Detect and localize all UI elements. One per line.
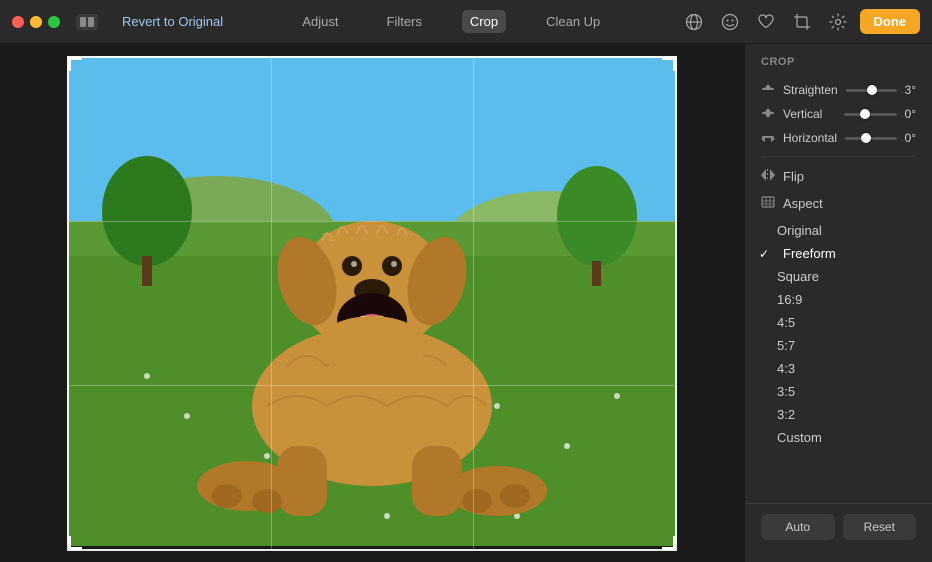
aspect-square-label: Square: [777, 269, 819, 284]
aspect-custom-label: Custom: [777, 430, 822, 445]
aspect-3-5-label: 3:5: [777, 384, 795, 399]
aspect-item-freeform[interactable]: ✓ Freeform: [745, 242, 932, 265]
emoji-icon-btn[interactable]: [716, 8, 744, 36]
aspect-list: Original ✓ Freeform Square 16:9 4:5 5:7 …: [745, 219, 932, 449]
vertical-row[interactable]: Vertical 0°: [745, 102, 932, 126]
photo-image: [67, 56, 677, 546]
freeform-checkmark: ✓: [759, 247, 773, 261]
panel-footer: Auto Reset: [745, 503, 932, 550]
settings-icon-btn[interactable]: [824, 8, 852, 36]
aspect-row[interactable]: Aspect: [745, 190, 932, 217]
horizontal-label: Horizontal: [783, 131, 837, 145]
aspect-item-custom[interactable]: Custom: [745, 426, 932, 449]
toolbar-right: Done: [680, 8, 921, 36]
straighten-slider[interactable]: [846, 89, 897, 92]
tab-adjust[interactable]: Adjust: [294, 10, 346, 33]
tab-cleanup[interactable]: Clean Up: [538, 10, 608, 33]
auto-button[interactable]: Auto: [761, 514, 835, 540]
flip-row[interactable]: Flip: [745, 163, 932, 190]
divider-1: [761, 156, 916, 157]
horizontal-slider[interactable]: [845, 137, 896, 140]
horizontal-icon: [761, 131, 775, 145]
tab-filters[interactable]: Filters: [379, 10, 430, 33]
aspect-item-5-7[interactable]: 5:7: [745, 334, 932, 357]
vertical-value: 0°: [905, 107, 916, 121]
minimize-button[interactable]: [30, 16, 42, 28]
aspect-4-3-label: 4:3: [777, 361, 795, 376]
aspect-item-original[interactable]: Original: [745, 219, 932, 242]
vertical-icon: [761, 107, 775, 121]
reset-button[interactable]: Reset: [843, 514, 917, 540]
view-toggle-btn[interactable]: [76, 14, 98, 30]
crop-panel: CROP Straighten 3° Vertical 0°: [744, 44, 932, 562]
editing-tabs: Adjust Filters Crop Clean Up: [231, 10, 671, 33]
aspect-item-16-9[interactable]: 16:9: [745, 288, 932, 311]
flip-icon: [761, 169, 775, 184]
vertical-label: Vertical: [783, 107, 836, 121]
traffic-lights: [12, 16, 60, 28]
tab-crop[interactable]: Crop: [462, 10, 506, 33]
aspect-original-label: Original: [777, 223, 822, 238]
flip-label: Flip: [783, 169, 804, 184]
straighten-row[interactable]: Straighten 3°: [745, 78, 932, 102]
aspect-4-5-label: 4:5: [777, 315, 795, 330]
straighten-value: 3°: [905, 83, 916, 97]
vertical-slider[interactable]: [844, 113, 897, 116]
heart-icon-btn[interactable]: [752, 8, 780, 36]
aspect-5-7-label: 5:7: [777, 338, 795, 353]
close-button[interactable]: [12, 16, 24, 28]
maximize-button[interactable]: [48, 16, 60, 28]
aspect-icon: [761, 196, 775, 211]
aspect-3-2-label: 3:2: [777, 407, 795, 422]
crop-tool-icon-btn[interactable]: [788, 8, 816, 36]
globe-icon-btn[interactable]: [680, 8, 708, 36]
aspect-item-3-5[interactable]: 3:5: [745, 380, 932, 403]
revert-button[interactable]: Revert to Original: [122, 14, 223, 29]
aspect-item-3-2[interactable]: 3:2: [745, 403, 932, 426]
titlebar: Revert to Original Adjust Filters Crop C…: [0, 0, 932, 44]
panel-title: CROP: [745, 56, 932, 78]
photo-container: [67, 56, 677, 551]
horizontal-row[interactable]: Horizontal 0°: [745, 126, 932, 150]
aspect-16-9-label: 16:9: [777, 292, 802, 307]
aspect-item-square[interactable]: Square: [745, 265, 932, 288]
aspect-label: Aspect: [783, 196, 823, 211]
photo-area[interactable]: [0, 44, 744, 562]
aspect-item-4-5[interactable]: 4:5: [745, 311, 932, 334]
view-controls: [76, 14, 98, 30]
straighten-icon: [761, 83, 775, 97]
done-button[interactable]: Done: [860, 9, 921, 34]
aspect-freeform-label: Freeform: [783, 246, 836, 261]
aspect-item-4-3[interactable]: 4:3: [745, 357, 932, 380]
horizontal-value: 0°: [905, 131, 916, 145]
straighten-label: Straighten: [783, 83, 838, 97]
main-content: CROP Straighten 3° Vertical 0°: [0, 44, 932, 562]
